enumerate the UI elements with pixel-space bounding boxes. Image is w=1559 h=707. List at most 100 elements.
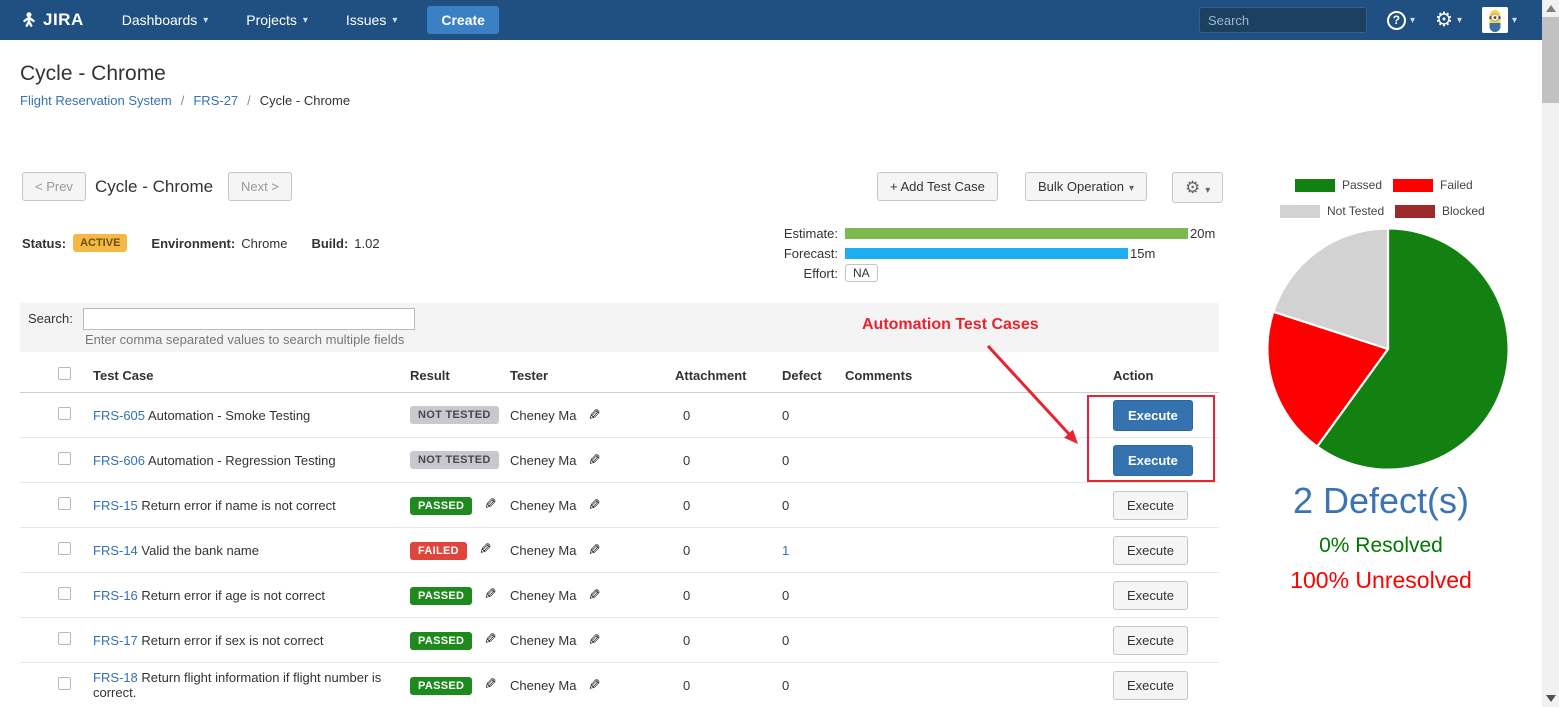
chevron-down-icon: ▾ <box>1205 185 1210 196</box>
cycle-title: Cycle - Chrome <box>95 177 213 197</box>
edit-tester-pencil-icon[interactable]: ✎ <box>588 496 601 514</box>
help-menu[interactable]: ? ▾ <box>1387 11 1415 30</box>
row-checkbox[interactable] <box>58 632 71 645</box>
scrollbar-down-arrow[interactable] <box>1542 690 1559 707</box>
test-case-summary: Return error if name is not correct <box>141 498 335 513</box>
header-attachment[interactable]: Attachment <box>667 368 774 383</box>
tester-name: Cheney Ma <box>510 678 576 693</box>
execute-button[interactable]: Execute <box>1113 400 1193 431</box>
result-badge[interactable]: PASSED <box>410 632 472 650</box>
build-value: 1.02 <box>354 236 379 251</box>
execute-button[interactable]: Execute <box>1113 536 1188 565</box>
nav-menu-issues[interactable]: Issues▾ <box>346 12 398 28</box>
test-case-link[interactable]: FRS-17 <box>93 633 138 648</box>
edit-result-pencil-icon[interactable]: ✎ <box>479 540 492 558</box>
result-badge[interactable]: FAILED <box>410 542 467 560</box>
execute-button[interactable]: Execute <box>1113 491 1188 520</box>
jira-logo[interactable]: JIRA <box>20 10 84 30</box>
add-test-case-button[interactable]: + Add Test Case <box>877 172 998 201</box>
select-all-checkbox[interactable] <box>58 367 71 380</box>
row-checkbox[interactable] <box>58 542 71 555</box>
breadcrumb: Flight Reservation System/FRS-27/Cycle -… <box>20 93 350 108</box>
test-case-summary: Automation - Regression Testing <box>148 453 336 468</box>
result-badge[interactable]: PASSED <box>410 497 472 515</box>
tester-name: Cheney Ma <box>510 453 576 468</box>
search-input[interactable] <box>1208 13 1384 28</box>
test-case-table: Test Case Result Tester Attachment Defec… <box>20 358 1219 707</box>
nav-menu-dashboards[interactable]: Dashboards▾ <box>122 12 209 28</box>
result-badge[interactable]: PASSED <box>410 677 472 695</box>
effort-label: Effort: <box>780 266 838 281</box>
user-menu[interactable]: ▾ <box>1482 7 1517 33</box>
execute-button[interactable]: Execute <box>1113 445 1193 476</box>
row-checkbox[interactable] <box>58 587 71 600</box>
plus-icon: + <box>890 179 898 194</box>
execute-button[interactable]: Execute <box>1113 671 1188 700</box>
tester-name: Cheney Ma <box>510 543 576 558</box>
edit-result-pencil-icon[interactable]: ✎ <box>484 630 497 648</box>
breadcrumb-item[interactable]: Flight Reservation System <box>20 93 172 108</box>
test-case-link[interactable]: FRS-606 <box>93 453 145 468</box>
header-test-case[interactable]: Test Case <box>85 368 402 383</box>
test-case-link[interactable]: FRS-14 <box>93 543 138 558</box>
edit-tester-pencil-icon[interactable]: ✎ <box>588 541 601 559</box>
breadcrumb-item[interactable]: FRS-27 <box>193 93 238 108</box>
effort-value[interactable]: NA <box>845 264 878 282</box>
row-checkbox[interactable] <box>58 452 71 465</box>
edit-tester-pencil-icon[interactable]: ✎ <box>588 451 601 469</box>
edit-tester-pencil-icon[interactable]: ✎ <box>588 406 601 424</box>
scrollbar-up-arrow[interactable] <box>1542 0 1559 17</box>
result-badge[interactable]: PASSED <box>410 587 472 605</box>
admin-menu[interactable]: ⚙ ▾ <box>1435 10 1462 30</box>
table-row: FRS-605 Automation - Smoke Testing NOT T… <box>20 393 1219 438</box>
nav-menu-projects[interactable]: Projects▾ <box>246 12 308 28</box>
row-checkbox[interactable] <box>58 497 71 510</box>
cycle-settings-button[interactable]: ⚙▾ <box>1172 172 1223 203</box>
create-button[interactable]: Create <box>427 6 499 34</box>
test-case-link[interactable]: FRS-15 <box>93 498 138 513</box>
chevron-down-icon: ▾ <box>1457 15 1462 26</box>
legend-label: Blocked <box>1442 204 1485 218</box>
edit-result-pencil-icon[interactable]: ✎ <box>484 585 497 603</box>
attachment-count: 0 <box>667 498 774 513</box>
status-badge: ACTIVE <box>73 234 127 252</box>
edit-tester-pencil-icon[interactable]: ✎ <box>588 586 601 604</box>
execute-button[interactable]: Execute <box>1113 626 1188 655</box>
row-checkbox[interactable] <box>58 407 71 420</box>
execute-button[interactable]: Execute <box>1113 581 1188 610</box>
edit-tester-pencil-icon[interactable]: ✎ <box>588 631 601 649</box>
edit-result-pencil-icon[interactable]: ✎ <box>484 495 497 513</box>
defect-count: 0 <box>774 678 837 693</box>
defect-count-text: 2 Defect(s) <box>1248 480 1514 522</box>
bulk-operation-button[interactable]: Bulk Operation▾ <box>1025 172 1147 201</box>
legend-label: Failed <box>1440 178 1473 192</box>
forecast-label: Forecast: <box>780 246 838 261</box>
tester-name: Cheney Ma <box>510 588 576 603</box>
header-action: Action <box>1085 368 1219 383</box>
table-row: FRS-14 Valid the bank name FAILED ✎ Chen… <box>20 528 1219 573</box>
nav-search <box>1199 7 1367 33</box>
header-result[interactable]: Result <box>402 368 502 383</box>
cycle-info-row: Status: ACTIVE Environment: Chrome Build… <box>22 234 380 252</box>
chevron-down-icon: ▾ <box>1512 15 1517 26</box>
vertical-scrollbar[interactable] <box>1542 0 1559 707</box>
edit-result-pencil-icon[interactable]: ✎ <box>484 675 497 693</box>
next-button[interactable]: Next > <box>228 172 292 201</box>
result-badge[interactable]: NOT TESTED <box>410 451 499 469</box>
test-case-link[interactable]: FRS-16 <box>93 588 138 603</box>
edit-tester-pencil-icon[interactable]: ✎ <box>588 676 601 694</box>
header-tester[interactable]: Tester <box>502 368 667 383</box>
prev-button[interactable]: < Prev <box>22 172 86 201</box>
table-search-input[interactable] <box>83 308 415 330</box>
table-row: FRS-18 Return flight information if flig… <box>20 663 1219 707</box>
test-case-link[interactable]: FRS-18 <box>93 670 138 685</box>
header-comments[interactable]: Comments <box>837 368 1085 383</box>
build-label: Build: <box>311 236 348 251</box>
row-checkbox[interactable] <box>58 677 71 690</box>
result-badge[interactable]: NOT TESTED <box>410 406 499 424</box>
environment-label: Environment: <box>151 236 235 251</box>
header-defect[interactable]: Defect <box>774 368 837 383</box>
test-case-link[interactable]: FRS-605 <box>93 408 145 423</box>
scrollbar-thumb[interactable] <box>1542 17 1559 103</box>
breadcrumb-item: Cycle - Chrome <box>260 93 350 108</box>
